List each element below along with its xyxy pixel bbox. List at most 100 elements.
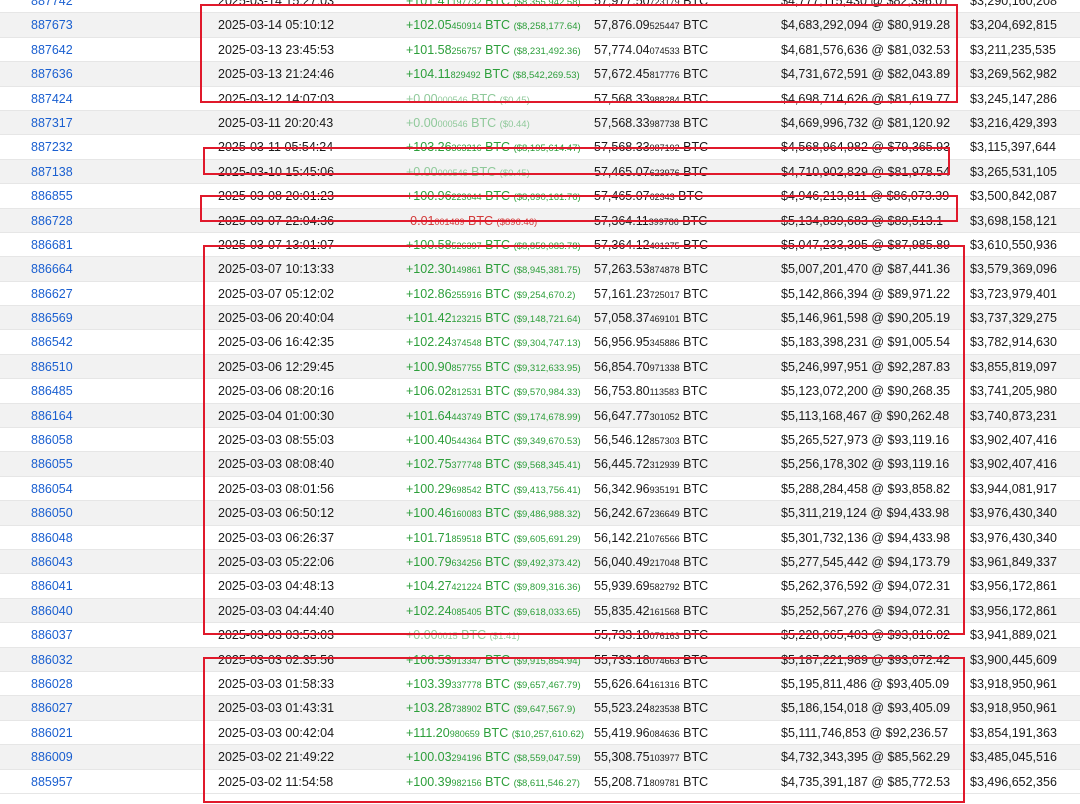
block-height-link[interactable]: 885957 bbox=[31, 770, 73, 794]
block-height-link[interactable]: 886855 bbox=[31, 184, 73, 208]
change-amount-decimals: 294196 bbox=[451, 753, 482, 764]
timestamp: 2025-03-06 12:29:45 bbox=[218, 359, 335, 374]
block-height-link[interactable]: 886681 bbox=[31, 233, 73, 257]
block-height-link[interactable]: 886569 bbox=[31, 306, 73, 330]
block-height-link[interactable]: 886164 bbox=[31, 404, 73, 428]
change-usd: ($0.44) bbox=[499, 118, 530, 130]
btc-balance: 56,647.77301052 BTC bbox=[594, 404, 708, 429]
block-height-link[interactable]: 886037 bbox=[31, 623, 73, 647]
change-currency: BTC bbox=[485, 140, 511, 155]
change-amount: +104.11 bbox=[406, 67, 451, 82]
change-currency: BTC bbox=[485, 42, 511, 57]
balance-amount-decimals: 074533 bbox=[649, 45, 680, 56]
change-amount: +102.86 bbox=[406, 286, 452, 301]
change-usd: ($9,618,033.65) bbox=[513, 606, 581, 618]
balance-amount-decimals: 161316 bbox=[649, 679, 680, 690]
btc-change: +100.39982156 BTC ($8,611,546.27) bbox=[406, 770, 580, 796]
balance-amount-decimals: 312939 bbox=[649, 460, 680, 471]
balance-currency: BTC bbox=[683, 701, 709, 716]
balance-amount: 56,142.21 bbox=[594, 530, 650, 545]
usd-balance-at-price: $5,183,398,231 @ $91,005.54 bbox=[781, 335, 951, 350]
block-height-link[interactable]: 886058 bbox=[31, 428, 73, 452]
change-amount: +0.00 bbox=[406, 115, 438, 130]
block-height-link[interactable]: 886040 bbox=[31, 599, 73, 623]
block-height-link[interactable]: 886048 bbox=[31, 526, 73, 550]
timestamp: 2025-03-07 05:12:02 bbox=[218, 286, 335, 301]
change-currency: BTC bbox=[485, 457, 511, 472]
balance-currency: BTC bbox=[683, 164, 709, 179]
change-amount-decimals: 544364 bbox=[451, 436, 482, 447]
balance-currency: BTC bbox=[683, 359, 709, 374]
usd-balance-at-price: $4,732,343,395 @ $85,562.29 bbox=[781, 750, 951, 765]
balance-amount: 55,523.24 bbox=[594, 701, 650, 716]
block-height-link[interactable]: 886728 bbox=[31, 209, 73, 233]
btc-change: +106.02812531 BTC ($9,570,984.33) bbox=[406, 379, 581, 405]
block-height-link[interactable]: 886050 bbox=[31, 501, 73, 525]
timestamp: 2025-03-14 15:27:03 bbox=[218, 0, 335, 8]
usd-balance-at-price: $4,777,115,430 @ $82,396.01 bbox=[781, 0, 950, 8]
profit-total: $3,961,849,337 bbox=[970, 554, 1057, 569]
change-amount: +106.53 bbox=[406, 652, 452, 667]
block-height-link[interactable]: 886043 bbox=[31, 550, 73, 574]
btc-change: +102.30149861 BTC ($8,945,381.75) bbox=[406, 257, 581, 283]
block-height-link[interactable]: 886028 bbox=[31, 672, 73, 696]
change-amount-decimals: 197732 bbox=[451, 0, 482, 7]
block-height-link[interactable]: 886627 bbox=[31, 282, 73, 306]
block-height-link[interactable]: 887742 bbox=[31, 0, 73, 13]
change-amount-decimals: 859518 bbox=[451, 533, 482, 544]
block-height-link[interactable]: 886009 bbox=[31, 745, 73, 769]
timestamp: 2025-03-03 06:26:37 bbox=[218, 530, 335, 545]
balance-amount-decimals: 857303 bbox=[649, 436, 680, 447]
table-row: 886009 2025-03-02 21:49:22 +100.03294196 B… bbox=[0, 745, 1080, 771]
table-row: 887232 2025-03-11 05:54:24 +103.26363216 B… bbox=[0, 135, 1080, 160]
timestamp: 2025-03-04 01:00:30 bbox=[218, 408, 335, 423]
change-amount-decimals: 149861 bbox=[451, 265, 482, 276]
block-height-link[interactable]: 887673 bbox=[31, 13, 73, 37]
block-height-link[interactable]: 886054 bbox=[31, 477, 73, 501]
change-currency: BTC bbox=[485, 506, 511, 521]
block-height-link[interactable]: 887317 bbox=[31, 111, 73, 135]
block-height-link[interactable]: 886485 bbox=[31, 379, 73, 403]
block-height-link[interactable]: 886055 bbox=[31, 452, 73, 476]
block-height-link[interactable]: 887138 bbox=[31, 160, 73, 184]
timestamp: 2025-03-07 10:13:33 bbox=[218, 262, 335, 277]
btc-balance: 56,753.80113583 BTC bbox=[594, 379, 707, 404]
block-height-link[interactable]: 887642 bbox=[31, 38, 73, 62]
timestamp: 2025-03-03 08:08:40 bbox=[218, 457, 335, 472]
block-height-link[interactable]: 886032 bbox=[31, 648, 73, 672]
balance-amount-decimals: 113583 bbox=[649, 387, 679, 398]
change-currency: BTC bbox=[485, 18, 511, 33]
change-amount-decimals: 812531 bbox=[451, 387, 482, 398]
block-height-link[interactable]: 886027 bbox=[31, 696, 73, 720]
btc-change: +100.03294196 BTC ($8,559,047.59) bbox=[406, 745, 581, 771]
balance-currency: BTC bbox=[683, 530, 709, 545]
change-currency: BTC bbox=[485, 408, 511, 423]
block-height-link[interactable]: 887232 bbox=[31, 135, 73, 159]
block-height-link[interactable]: 887424 bbox=[31, 87, 73, 111]
change-currency: BTC bbox=[485, 311, 511, 326]
change-currency: BTC bbox=[471, 91, 497, 106]
btc-change: +0.00000546 BTC ($0.45) bbox=[406, 160, 530, 186]
block-height-link[interactable]: 886664 bbox=[31, 257, 73, 281]
block-height-link[interactable]: 886021 bbox=[31, 721, 73, 745]
change-amount-decimals: 450914 bbox=[451, 21, 482, 32]
change-amount: +101.41 bbox=[406, 0, 452, 8]
change-amount-decimals: 443749 bbox=[451, 411, 482, 422]
btc-change: +100.90857755 BTC ($9,312,633.95) bbox=[406, 355, 581, 381]
balance-amount-decimals: 987192 bbox=[649, 143, 680, 154]
timestamp: 2025-03-03 01:43:31 bbox=[218, 701, 335, 716]
change-currency: BTC bbox=[471, 164, 497, 179]
block-height-link[interactable]: 886041 bbox=[31, 574, 73, 598]
balance-amount: 56,546.12 bbox=[594, 433, 650, 448]
balance-currency: BTC bbox=[683, 554, 709, 569]
block-height-link[interactable]: 887636 bbox=[31, 62, 73, 86]
block-height-link[interactable]: 886510 bbox=[31, 355, 73, 379]
change-amount-decimals: 0015 bbox=[437, 631, 458, 642]
balance-amount-decimals: 301052 bbox=[649, 411, 680, 422]
btc-balance: 56,854.70971338 BTC bbox=[594, 355, 708, 380]
profit-total: $3,579,369,096 bbox=[970, 262, 1057, 277]
change-currency: BTC bbox=[485, 384, 511, 399]
block-height-link[interactable]: 886542 bbox=[31, 330, 73, 354]
change-currency: BTC bbox=[485, 530, 511, 545]
profit-total: $3,610,550,936 bbox=[970, 237, 1057, 252]
